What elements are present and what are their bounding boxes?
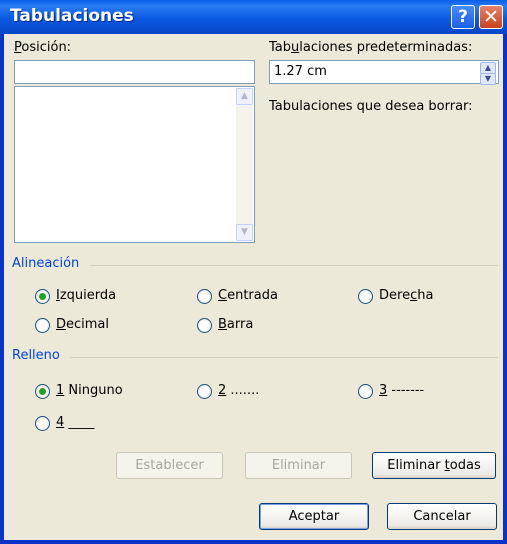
leader-dots-label[interactable]: 2 ....... [218,383,259,398]
default-tabs-spinbox[interactable]: 1.27 cm ▲ ▼ [269,60,499,85]
tab-stops-list[interactable]: ▲ ▼ [14,86,255,243]
align-left-label[interactable]: Izquierda [56,288,116,303]
dialog-body: Posición: ▲ ▼ Tabulaciones predeterminad… [4,34,503,540]
align-decimal-radio[interactable] [35,318,50,333]
leader-none-label[interactable]: 1 Ninguno [56,383,123,398]
position-input[interactable] [14,60,255,84]
align-center-radio[interactable] [197,289,212,304]
dialog-title: Tabulaciones [10,6,134,26]
clear-button[interactable]: Eliminar [245,452,352,479]
cancel-button[interactable]: Cancelar [387,503,497,530]
align-bar-label[interactable]: Barra [218,317,253,332]
leader-dots-radio[interactable] [197,384,212,399]
alignment-group-label: Alineación [12,256,80,271]
scroll-up-icon[interactable]: ▲ [236,88,253,105]
scroll-down-icon[interactable]: ▼ [236,224,253,241]
ok-button[interactable]: Aceptar [259,503,369,530]
leader-dashes-radio[interactable] [358,384,373,399]
align-right-radio[interactable] [358,289,373,304]
close-button[interactable]: ✕ [479,5,503,29]
tabs-dialog: Tabulaciones ? ✕ Posición: ▲ ▼ Tabulacio… [0,0,507,544]
leader-line-label[interactable]: 4 ____ [56,415,94,430]
set-button[interactable]: Establecer [116,452,223,479]
default-tabs-value: 1.27 cm [274,64,327,79]
leader-dashes-label[interactable]: 3 ------- [379,383,424,398]
leader-group-label: Relleno [12,348,60,363]
align-decimal-label[interactable]: Decimal [56,317,109,332]
title-bar[interactable]: Tabulaciones ? ✕ [0,0,507,34]
leader-divider [70,357,498,358]
help-button[interactable]: ? [451,5,475,29]
spin-down-icon[interactable]: ▼ [480,73,496,85]
align-center-label[interactable]: Centrada [218,288,278,303]
clear-all-button[interactable]: Eliminar todas [372,452,496,479]
leader-line-radio[interactable] [35,416,50,431]
align-bar-radio[interactable] [197,318,212,333]
default-tabs-label: Tabulaciones predeterminadas: [269,40,473,55]
position-label: Posición: [14,40,72,55]
tabs-to-clear-label: Tabulaciones que desea borrar: [269,99,473,114]
alignment-divider [90,265,498,266]
align-left-radio[interactable] [35,289,50,304]
tab-stops-scrollbar[interactable]: ▲ ▼ [236,88,253,241]
align-right-label[interactable]: Derecha [379,288,433,303]
leader-none-radio[interactable] [35,384,50,399]
